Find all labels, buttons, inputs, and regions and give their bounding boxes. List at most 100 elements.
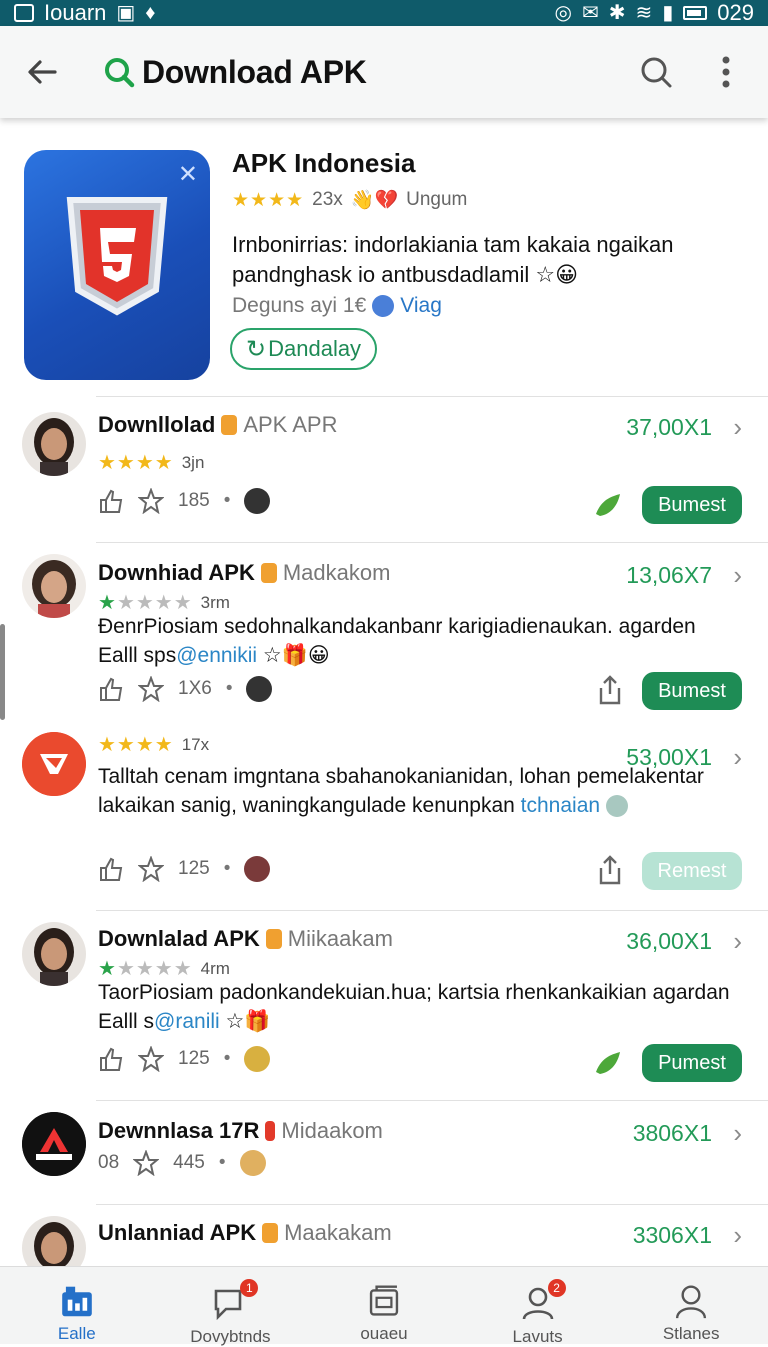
featured-app-icon[interactable]: ✕ <box>24 150 210 380</box>
featured-app-title: APK Indonesia <box>232 148 416 178</box>
globe-icon <box>605 795 628 818</box>
row-prefix: 08 <box>98 1152 120 1173</box>
nav-updates[interactable]: 2 Lavuts <box>461 1267 615 1346</box>
more-options-button[interactable] <box>702 48 750 96</box>
buy-button[interactable]: Pumest <box>642 1044 742 1082</box>
row-actions: 1X6 • <box>98 676 273 702</box>
app-bar: Download APK <box>0 26 768 118</box>
thumbs-up-icon[interactable] <box>98 488 124 514</box>
reaction-emoji: 👋💔 <box>350 190 399 211</box>
row-actions: 185 • <box>98 488 271 514</box>
nav-profile[interactable]: Stlanes <box>614 1267 768 1344</box>
rating-stars: ★★★★ <box>232 189 305 211</box>
nav-label: Stlanes <box>662 1324 720 1343</box>
list-item[interactable]: Downhiad APK Madkakom 13,06X7 › ★★★★★ 3r… <box>0 542 768 724</box>
app-publisher: Maakakam <box>284 1220 392 1245</box>
buy-button[interactable]: Remest <box>642 852 742 890</box>
stars-empty: ★★★★ <box>116 958 193 980</box>
nav-library[interactable]: ouaeu <box>307 1267 461 1344</box>
buy-button[interactable]: Bumest <box>642 672 742 710</box>
alert-icon: ♦ <box>145 2 156 24</box>
rating: ★★★★ 3jn <box>98 450 204 475</box>
thumbs-up-icon[interactable] <box>98 676 124 702</box>
featured-rating: ★★★★ 23x 👋💔 Ungum <box>232 188 467 212</box>
star-outline-icon[interactable] <box>138 856 164 882</box>
list-item[interactable]: Downllolad APK APR 37,00X1 › ★★★★ 3jn 18… <box>0 396 768 542</box>
chevron-right-icon[interactable]: › <box>733 926 742 957</box>
close-icon[interactable]: ✕ <box>178 160 198 189</box>
list-item[interactable]: Unlanniad APK Maakakam 3306X1 › <box>0 1204 768 1266</box>
like-count: 1X6 <box>178 678 212 699</box>
row-description: ĐenrPiosiam sedohnalkandakanbanr karigia… <box>98 612 738 670</box>
app-publisher: Madkakom <box>282 560 391 585</box>
row-description: TaorPiosiam padonkandekuian.hua; kartsia… <box>98 978 738 1036</box>
more-vert-icon <box>722 56 730 88</box>
mini-avatar <box>239 1150 266 1176</box>
list-item[interactable]: Downlalad APK Miikaakam 36,00X1 › ★★★★★ … <box>0 910 768 1100</box>
like-count: 125 <box>178 1048 210 1069</box>
nav-label: Ealle <box>57 1324 96 1343</box>
scrollbar[interactable] <box>0 624 5 720</box>
leaf-icon <box>596 494 620 516</box>
sub-tag[interactable]: Viag <box>400 294 442 318</box>
profile-icon <box>676 1285 707 1319</box>
description-link[interactable]: @ennikii <box>176 644 257 667</box>
app-name: Downhiad APK <box>98 560 255 585</box>
row-description: Talltah cenam imgntana sbahanokanianidan… <box>98 762 738 820</box>
description-link[interactable]: @ranili <box>154 1010 220 1033</box>
description-emoji: ☆🎁😀 <box>262 644 330 667</box>
lock-icon <box>260 563 277 583</box>
bluetooth-icon: ✱ <box>608 2 626 24</box>
thumbs-up-icon[interactable] <box>98 1046 124 1072</box>
chevron-right-icon[interactable]: › <box>733 1220 742 1251</box>
app-name: Downlalad APK <box>98 926 260 951</box>
description-link[interactable]: tchnaian <box>521 794 600 817</box>
carrier-label: Iouarn <box>44 0 107 25</box>
rating-text: 4rm <box>200 958 230 978</box>
rating: ★★★★ 17x <box>98 732 209 757</box>
buy-button[interactable]: Bumest <box>642 486 742 524</box>
mini-avatar <box>244 856 271 882</box>
search-button[interactable] <box>632 48 680 96</box>
star-outline-icon[interactable] <box>138 676 164 702</box>
download-button-label: Dandalay <box>268 336 362 361</box>
image-icon: ▣ <box>116 2 136 24</box>
download-button[interactable]: ↻ Dandalay <box>230 328 378 370</box>
nav-home[interactable]: Ealle <box>0 1267 154 1344</box>
star-outline-icon[interactable] <box>138 488 164 514</box>
lock-icon <box>262 1223 279 1243</box>
notification-badge: 1 <box>240 1279 259 1297</box>
row-actions: 08 445 • <box>98 1150 266 1176</box>
star-outline-icon[interactable] <box>133 1150 160 1176</box>
video-app-logo <box>22 732 86 796</box>
battery-icon <box>683 6 708 20</box>
row-title: Dewnnlasa 17R Midaakom <box>98 1118 383 1144</box>
lock-icon <box>265 929 282 949</box>
avatar <box>22 412 86 476</box>
avatar <box>22 554 86 618</box>
chevron-right-icon[interactable]: › <box>733 1118 742 1149</box>
chevron-right-icon[interactable]: › <box>733 412 742 443</box>
star-outline-icon[interactable] <box>138 1046 164 1072</box>
stars-filled: ★ <box>98 592 117 614</box>
library-icon <box>369 1285 399 1316</box>
thumbs-up-icon[interactable] <box>98 856 124 882</box>
nav-downloads[interactable]: 1 Dovybtnds <box>154 1267 308 1346</box>
featured-app-card[interactable]: ✕ APK Indonesia ★★★★ 23x 👋💔 Ungum Irnbon… <box>0 118 768 396</box>
alert-badge-icon <box>265 1121 276 1141</box>
rating-stars: ★★★★ <box>98 452 174 474</box>
list-item[interactable]: Dewnnlasa 17R Midaakom 3806X1 › 08 445 • <box>0 1100 768 1204</box>
list-item[interactable]: ★★★★ 17x 53,00X1 › Talltah cenam imgntan… <box>0 724 768 910</box>
nav-label: ouaeu <box>360 1324 408 1343</box>
share-icon[interactable] <box>596 674 624 706</box>
like-count: 185 <box>178 490 210 511</box>
like-count: 445 <box>173 1152 205 1173</box>
signal-icon: ▮ <box>662 2 674 24</box>
home-grid-icon <box>61 1286 92 1317</box>
chevron-right-icon[interactable]: › <box>733 560 742 591</box>
stars-filled: ★ <box>98 958 117 980</box>
lock-icon <box>221 415 238 435</box>
app-publisher: Midaakom <box>281 1118 383 1143</box>
share-icon[interactable] <box>596 854 624 886</box>
back-button[interactable] <box>16 46 68 98</box>
